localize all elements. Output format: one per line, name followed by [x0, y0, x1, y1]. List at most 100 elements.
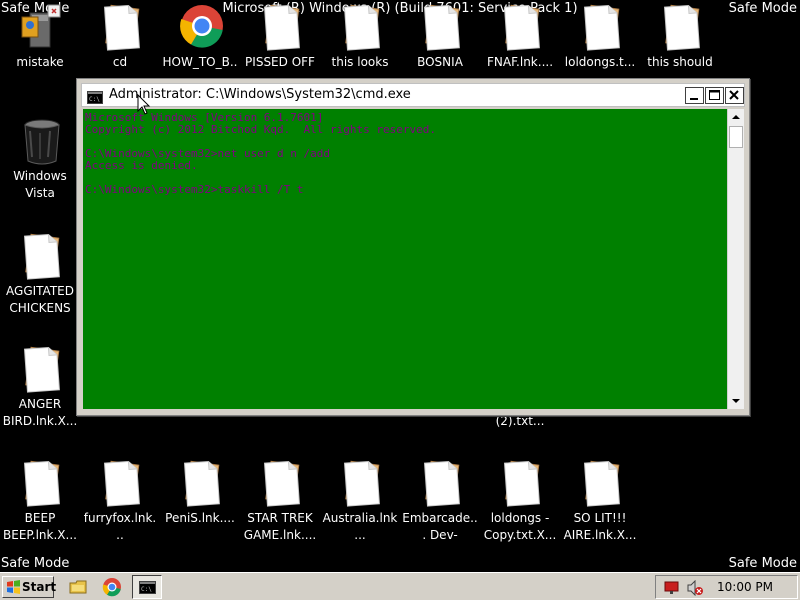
desktop-icon[interactable]: STAR TREK GAME.lnk.... [240, 459, 320, 544]
desktop[interactable]: Safe Mode Microsoft (R) Windows (R) (Bui… [0, 0, 800, 572]
desktop-icon-label: BOSNIA [417, 55, 463, 69]
desktop-icon[interactable]: loldongs - Copy.txt.X... [480, 459, 560, 544]
windows-logo-icon [7, 580, 20, 594]
scroll-up-arrow-icon [732, 115, 740, 119]
quicklaunch-chrome-button[interactable] [102, 577, 124, 597]
cmd-vertical-scrollbar[interactable] [727, 109, 744, 409]
scroll-down-button[interactable] [728, 393, 744, 409]
clock[interactable]: 10:00 PM [717, 580, 773, 594]
document-icon [574, 459, 626, 509]
console-line: Access is denied. [85, 159, 198, 172]
chrome-icon [174, 3, 226, 53]
desktop-icon[interactable]: SO LIT!!! AIRE.lnk.X... [560, 459, 640, 544]
desktop-icon-label: cd [112, 55, 128, 69]
speaker-muted-icon[interactable] [686, 580, 704, 596]
desktop-icon-label: loldongs.t... [564, 55, 636, 69]
installer-box-icon [14, 3, 66, 53]
desktop-icon[interactable]: furryfox.lnk... [80, 459, 160, 544]
document-icon [414, 3, 466, 53]
document-icon [334, 3, 386, 53]
console-line: Copyright (c) 2012 Bitchod Kqd. All righ… [85, 123, 436, 136]
document-icon [494, 3, 546, 53]
cmd-console-output[interactable]: Microsoft Windows [Version 6.1.7601] Copy… [83, 109, 727, 409]
desktop-icon[interactable]: Embarcade... Dev-C++.ln... [400, 459, 480, 544]
scroll-down-arrow-icon [732, 399, 740, 403]
desktop-icon-label: Windows Vista [13, 169, 67, 200]
desktop-icon-label: STAR TREK GAME.lnk.... [243, 511, 317, 542]
document-icon [254, 3, 306, 53]
close-icon [729, 90, 739, 100]
cmd-titlebar[interactable]: C:\ Administrator: C:\Windows\System32\c… [81, 83, 745, 107]
maximize-button[interactable] [705, 87, 724, 104]
desktop-icon[interactable]: Australia.lnk... [320, 459, 400, 544]
console-line: C:\Windows\system32>taskkill /T t [85, 183, 304, 196]
maximize-icon [709, 90, 720, 100]
start-button[interactable]: Start [2, 576, 57, 598]
document-icon [14, 459, 66, 509]
document-icon [254, 459, 306, 509]
desktop-icon-label: Embarcade... Dev-C++.ln... [402, 511, 478, 542]
desktop-icon[interactable]: BOSNIA [400, 3, 480, 71]
desktop-icon[interactable]: BEEP BEEP.lnk.X... [0, 459, 80, 544]
desktop-icon-label: ANGER BIRD.lnk.X... [2, 397, 78, 428]
desktop-icon[interactable]: loldongs.t... [560, 3, 640, 71]
document-icon [574, 3, 626, 53]
taskbar-cmd-button[interactable]: C:\ [132, 575, 162, 599]
desktop-icon[interactable]: cd [80, 3, 160, 71]
scroll-thumb[interactable] [729, 126, 743, 148]
action-center-flag-icon[interactable] [664, 580, 680, 595]
document-icon [14, 345, 66, 395]
desktop-icon-label: mistake [16, 55, 64, 69]
document-icon [94, 459, 146, 509]
desktop-icon-label: BEEP BEEP.lnk.X... [3, 511, 77, 542]
document-icon [334, 459, 386, 509]
vista-bin-icon [14, 117, 66, 167]
desktop-icon[interactable]: Windows Vista [0, 117, 80, 202]
scroll-up-button[interactable] [728, 109, 744, 125]
desktop-icon-label: AGGITATED CHICKENS ... [6, 284, 74, 315]
desktop-icon-label: PISSED OFF [245, 55, 315, 69]
desktop-icon[interactable]: this should [640, 3, 720, 71]
desktop-icon-label: PeniS.lnk.... [165, 511, 235, 525]
desktop-icon-label: SO LIT!!! AIRE.lnk.X... [563, 511, 637, 542]
cmd-taskbar-icon: C:\ [139, 581, 156, 594]
taskbar[interactable]: Start C:\ 10:00 PM [0, 572, 800, 600]
cmd-window[interactable]: C:\ Administrator: C:\Windows\System32\c… [76, 78, 750, 416]
desktop-icon-label: furryfox.lnk... [83, 511, 157, 542]
desktop-icon[interactable]: mistake [0, 3, 80, 71]
minimize-button[interactable] [685, 87, 704, 104]
safe-mode-label-bottom-left: Safe Mode [1, 556, 70, 571]
desktop-icon[interactable]: ANGER BIRD.lnk.X... [0, 345, 80, 430]
safe-mode-label-top-right: Safe Mode [728, 1, 797, 16]
desktop-icon-label: this should [647, 55, 713, 69]
document-icon [14, 232, 66, 282]
start-label: Start [22, 580, 57, 594]
desktop-icon[interactable]: PeniS.lnk.... [160, 459, 240, 527]
desktop-icon-label: this looks [331, 55, 389, 69]
svg-text:C:\: C:\ [141, 586, 152, 593]
system-tray[interactable]: 10:00 PM [655, 575, 798, 599]
desktop-icon-label: loldongs - Copy.txt.X... [483, 511, 557, 542]
svg-text:C:\: C:\ [89, 96, 100, 103]
desktop-icon[interactable]: FNAF.lnk.... [480, 3, 560, 71]
quicklaunch-explorer-button[interactable] [68, 577, 90, 597]
document-icon [174, 459, 226, 509]
cmd-window-title: Administrator: C:\Windows\System32\cmd.e… [109, 87, 411, 102]
document-icon [654, 3, 706, 53]
cmd-app-icon[interactable]: C:\ [87, 89, 103, 108]
document-icon [94, 3, 146, 53]
mouse-cursor-icon [137, 93, 151, 120]
desktop-icon-label: Australia.lnk... [322, 511, 398, 542]
desktop-icon[interactable]: PISSED OFF [240, 3, 320, 71]
document-icon [414, 459, 466, 509]
document-icon [494, 459, 546, 509]
desktop-icon[interactable]: AGGITATED CHICKENS ... [0, 232, 80, 317]
chrome-icon [102, 578, 121, 597]
minimize-icon [690, 98, 698, 100]
close-button[interactable] [725, 87, 744, 104]
desktop-icon-label: FNAF.lnk.... [486, 55, 554, 69]
folder-icon [69, 580, 87, 594]
safe-mode-label-bottom-right: Safe Mode [728, 556, 797, 571]
desktop-icon[interactable]: HOW_TO_B... [160, 3, 240, 88]
desktop-icon[interactable]: this looks [320, 3, 400, 71]
